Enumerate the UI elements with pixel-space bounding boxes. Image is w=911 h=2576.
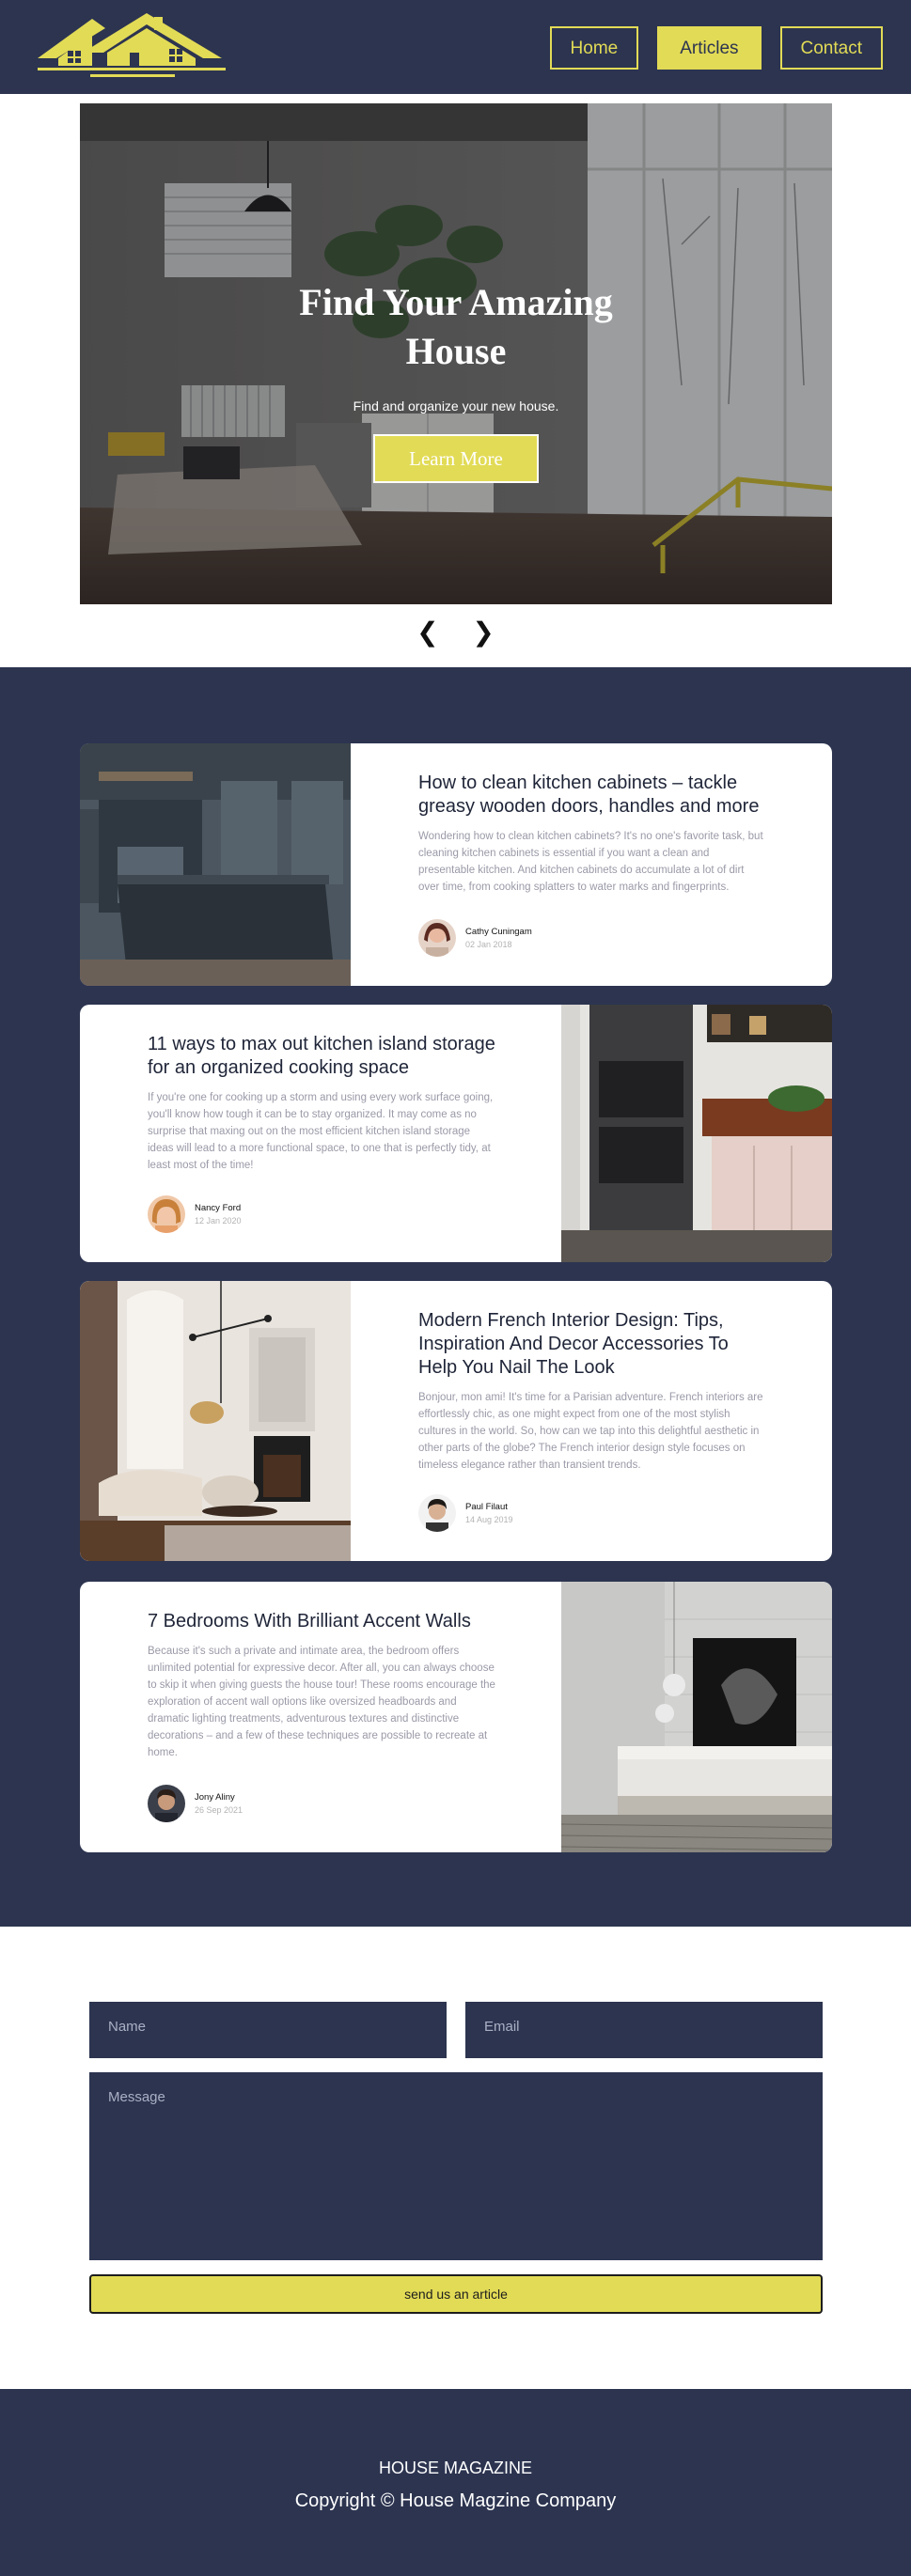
- author-name: Nancy Ford: [195, 1203, 242, 1213]
- article-title[interactable]: 7 Bedrooms With Brilliant Accent Walls: [148, 1610, 495, 1633]
- article-author: Cathy Cuningam 02 Jan 2018: [418, 919, 532, 957]
- article-excerpt: Bonjour, mon ami! It's time for a Parisi…: [418, 1392, 763, 1471]
- nav-home-button[interactable]: Home: [549, 26, 639, 70]
- site-header: Home Articles Contact: [0, 0, 911, 94]
- site-footer: HOUSE MAGAZINE Copyright © House Magzine…: [0, 2389, 911, 2576]
- article-author: Jony Aliny 26 Sep 2021: [148, 1785, 243, 1822]
- author-name: Cathy Cuningam: [465, 927, 532, 937]
- author-name: Jony Aliny: [195, 1792, 235, 1803]
- article-date: 12 Jan 2020: [195, 1216, 242, 1226]
- article-author: Paul Filaut 14 Aug 2019: [418, 1494, 513, 1532]
- article-title[interactable]: Modern French Interior Design: Tips, Ins…: [418, 1309, 768, 1380]
- kitchen-cabinets-photo: [80, 743, 351, 986]
- article-card[interactable]: 11 ways to max out kitchen island storag…: [80, 1005, 832, 1262]
- article-excerpt: If you're one for cooking up a storm and…: [148, 1092, 494, 1171]
- avatar: [148, 1785, 185, 1822]
- hero-slide: Find Your Amazing House Find and organiz…: [80, 103, 832, 604]
- article-date: 14 Aug 2019: [465, 1515, 513, 1524]
- learn-more-button[interactable]: Learn More: [373, 434, 539, 483]
- hero-subtitle: Find and organize your new house.: [353, 398, 559, 414]
- article-date: 02 Jan 2018: [465, 940, 512, 949]
- contact-section: Name Email Message send us an article: [0, 1927, 911, 2389]
- articles-section: How to clean kitchen cabinets – tackle g…: [0, 667, 911, 1927]
- avatar: [418, 1494, 456, 1532]
- footer-copyright: Copyright © House Magzine Company: [294, 2490, 617, 2511]
- article-title[interactable]: How to clean kitchen cabinets – tackle g…: [418, 772, 768, 819]
- house-logo-icon[interactable]: [38, 13, 226, 79]
- article-card[interactable]: How to clean kitchen cabinets – tackle g…: [80, 743, 832, 986]
- article-card[interactable]: Modern French Interior Design: Tips, Ins…: [80, 1281, 832, 1561]
- article-excerpt: Because it's such a private and intimate…: [148, 1646, 495, 1758]
- nav-articles-button[interactable]: Articles: [657, 26, 762, 70]
- kitchen-island-photo: [561, 1005, 832, 1262]
- name-input[interactable]: Name: [89, 2002, 447, 2058]
- hero-title: Find Your Amazing House: [299, 281, 613, 372]
- article-date: 26 Sep 2021: [195, 1805, 243, 1815]
- article-author: Nancy Ford 12 Jan 2020: [148, 1195, 242, 1233]
- article-card[interactable]: 7 Bedrooms With Brilliant Accent Walls B…: [80, 1582, 832, 1852]
- footer-brand: HOUSE MAGAZINE: [378, 2459, 533, 2477]
- avatar: [148, 1195, 185, 1233]
- hero-section: Find Your Amazing House Find and organiz…: [0, 94, 911, 667]
- slider-controls: ❮ ❯: [0, 617, 911, 648]
- french-living-room-photo: [80, 1281, 351, 1561]
- article-excerpt: Wondering how to clean kitchen cabinets?…: [418, 831, 763, 893]
- prev-arrow-icon[interactable]: ❮: [416, 617, 438, 648]
- author-name: Paul Filaut: [465, 1502, 508, 1512]
- next-arrow-icon[interactable]: ❯: [472, 617, 494, 648]
- avatar: [418, 919, 456, 957]
- message-textarea[interactable]: Message: [89, 2072, 823, 2260]
- main-nav: Home Articles Contact: [549, 26, 883, 70]
- nav-contact-button[interactable]: Contact: [779, 26, 883, 70]
- send-article-button[interactable]: send us an article: [89, 2274, 823, 2314]
- bedroom-photo: [561, 1582, 832, 1852]
- email-input[interactable]: Email: [465, 2002, 823, 2058]
- article-title[interactable]: 11 ways to max out kitchen island storag…: [148, 1033, 495, 1080]
